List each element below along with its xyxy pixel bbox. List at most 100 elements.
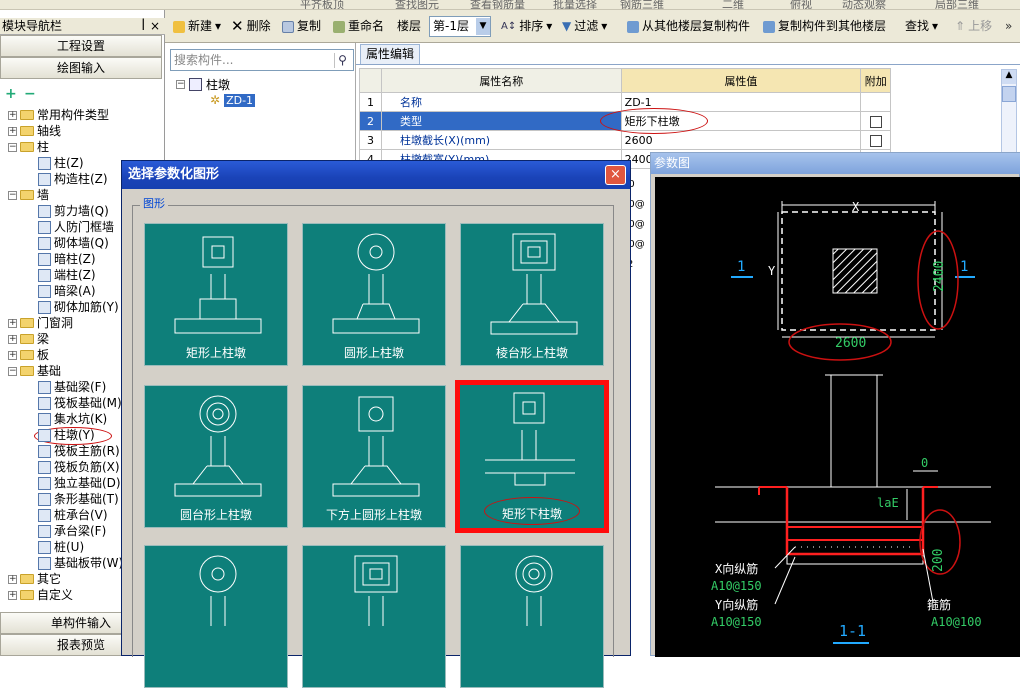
search-input[interactable]: 搜索构件... ⚲: [170, 49, 354, 71]
tree-item[interactable]: 柱(Z): [38, 155, 84, 171]
pin-icon[interactable]: ꟾ: [141, 18, 145, 35]
tree-item[interactable]: 砌体加筋(Y): [38, 299, 119, 315]
expand-all-icon[interactable]: +: [5, 86, 17, 102]
collapse-icon[interactable]: −: [176, 80, 185, 89]
delete-button[interactable]: ✕ 删除: [231, 10, 271, 43]
close-button[interactable]: ×: [605, 165, 626, 185]
collapse-all-icon[interactable]: −: [24, 86, 36, 102]
shape-option[interactable]: 圆台形上柱墩: [144, 385, 288, 528]
toolbar-overflow-icon[interactable]: »: [1005, 10, 1012, 43]
tree-item[interactable]: 暗柱(Z): [38, 251, 96, 267]
scrollbar[interactable]: ▲: [1001, 69, 1017, 155]
top-strip-item[interactable]: 钢筋三维: [620, 0, 664, 9]
drawing-input-button[interactable]: 绘图输入: [0, 57, 162, 79]
shape-option[interactable]: 下方上圆形上柱墩: [302, 385, 446, 528]
move-up-button[interactable]: ⇑ 上移: [955, 10, 992, 43]
scroll-up-icon[interactable]: ▲: [1002, 70, 1016, 84]
sort-icon: A↕: [501, 21, 517, 32]
tree-folder[interactable]: + 常用构件类型: [8, 107, 109, 123]
floor-select[interactable]: 第-1层 ▼: [429, 16, 491, 37]
collapse-icon[interactable]: −: [8, 366, 17, 376]
tree-item[interactable]: 基础梁(F): [38, 379, 106, 395]
tree-folder[interactable]: − 墙: [8, 187, 49, 203]
expand-icon[interactable]: +: [8, 334, 17, 344]
top-strip-item[interactable]: 俯视: [790, 0, 812, 9]
collapse-icon[interactable]: −: [8, 142, 17, 152]
top-strip-item[interactable]: 查看钢筋量: [470, 0, 525, 9]
column-header[interactable]: 属性值: [620, 68, 862, 93]
filter-button[interactable]: ▼ 过滤 ▾: [562, 10, 607, 43]
attach-checkbox[interactable]: [869, 134, 882, 147]
tree-label: 独立基础(D): [54, 476, 121, 490]
tree-folder[interactable]: + 其它: [8, 571, 61, 587]
tree-label: 基础梁(F): [54, 380, 107, 394]
tree-item[interactable]: 筏板基础(M): [38, 395, 122, 411]
tree-item[interactable]: 暗梁(A): [38, 283, 96, 299]
rename-button[interactable]: 重命名: [333, 10, 384, 43]
top-strip-item[interactable]: 二维: [722, 0, 744, 9]
tree-item[interactable]: 柱墩(Y): [38, 427, 95, 443]
shape-option[interactable]: 矩形下柱墩: [455, 380, 609, 533]
tree-folder[interactable]: − 基础: [8, 363, 61, 379]
shape-option[interactable]: [302, 545, 446, 688]
tree-item[interactable]: 人防门框墙: [38, 219, 114, 235]
copy-button[interactable]: 复制: [282, 10, 321, 43]
tree-item[interactable]: 桩(U): [38, 539, 84, 555]
tree-root-node[interactable]: − 柱墩: [176, 76, 230, 93]
expand-icon[interactable]: +: [8, 318, 17, 328]
tree-child-node[interactable]: ✲ ZD-1: [210, 93, 256, 107]
expand-icon[interactable]: +: [8, 350, 17, 360]
top-strip-item[interactable]: 查找图元: [395, 0, 439, 9]
shape-option[interactable]: [460, 545, 604, 688]
shape-option[interactable]: 矩形上柱墩: [144, 223, 288, 366]
copy-from-floor-button[interactable]: 从其他楼层复制构件: [627, 10, 750, 43]
shape-option[interactable]: [144, 545, 288, 688]
expand-icon[interactable]: +: [8, 126, 17, 136]
close-icon[interactable]: ×: [150, 18, 160, 35]
tree-item[interactable]: 桩承台(V): [38, 507, 108, 523]
tree-folder[interactable]: + 板: [8, 347, 49, 363]
tree-item[interactable]: 砌体墙(Q): [38, 235, 109, 251]
tree-folder[interactable]: + 自定义: [8, 587, 73, 603]
attach-checkbox[interactable]: [869, 115, 882, 128]
search-icon[interactable]: ⚲: [334, 53, 350, 68]
top-strip-item[interactable]: 动态观察: [842, 0, 886, 9]
tree-item[interactable]: 剪力墙(Q): [38, 203, 109, 219]
expand-icon[interactable]: +: [8, 590, 17, 600]
chevron-down-icon[interactable]: ▼: [476, 18, 490, 35]
project-settings-button[interactable]: 工程设置: [0, 35, 162, 57]
tab-property-editor[interactable]: 属性编辑: [360, 44, 420, 64]
expand-icon[interactable]: +: [8, 110, 17, 120]
shape-option[interactable]: 圆形上柱墩: [302, 223, 446, 366]
tree-label: 桩(U): [54, 540, 85, 554]
tree-folder[interactable]: − 柱: [8, 139, 49, 155]
column-header[interactable]: 属性名称: [380, 68, 622, 93]
copy-icon: [282, 20, 294, 33]
new-button[interactable]: 新建 ▾: [173, 10, 221, 43]
tree-item[interactable]: 端柱(Z): [38, 267, 96, 283]
tree-folder[interactable]: + 梁: [8, 331, 49, 347]
tree-folder[interactable]: + 轴线: [8, 123, 61, 139]
tree-item[interactable]: 独立基础(D): [38, 475, 121, 491]
top-strip-item[interactable]: 平齐板顶: [300, 0, 344, 9]
expand-icon[interactable]: +: [8, 574, 17, 584]
tree-item[interactable]: 集水坑(K): [38, 411, 107, 427]
tree-item[interactable]: 基础板带(W): [38, 555, 123, 571]
tree-item[interactable]: 承台梁(F): [38, 523, 106, 539]
top-strip-item[interactable]: 局部三维: [935, 0, 979, 9]
tree-item[interactable]: 构造柱(Z): [38, 171, 108, 187]
copy-to-floor-button[interactable]: 复制构件到其他楼层: [763, 10, 886, 43]
column-header[interactable]: 附加: [860, 68, 892, 93]
find-button[interactable]: 查找 ▾: [905, 10, 938, 43]
scroll-thumb[interactable]: [1002, 86, 1016, 102]
tree-item[interactable]: 筏板主筋(R): [38, 443, 120, 459]
sort-button[interactable]: A↕ 排序 ▾: [501, 10, 552, 43]
folder-icon: [20, 110, 34, 120]
tree-item[interactable]: 筏板负筋(X): [38, 459, 120, 475]
table-row[interactable]: 3 柱墩截长(X)(mm) 2600: [359, 130, 999, 150]
top-strip-item[interactable]: 批量选择: [553, 0, 597, 9]
tree-item[interactable]: 条形基础(T): [38, 491, 119, 507]
shape-option[interactable]: 棱台形上柱墩: [460, 223, 604, 366]
tree-folder[interactable]: + 门窗洞: [8, 315, 73, 331]
collapse-icon[interactable]: −: [8, 190, 17, 200]
